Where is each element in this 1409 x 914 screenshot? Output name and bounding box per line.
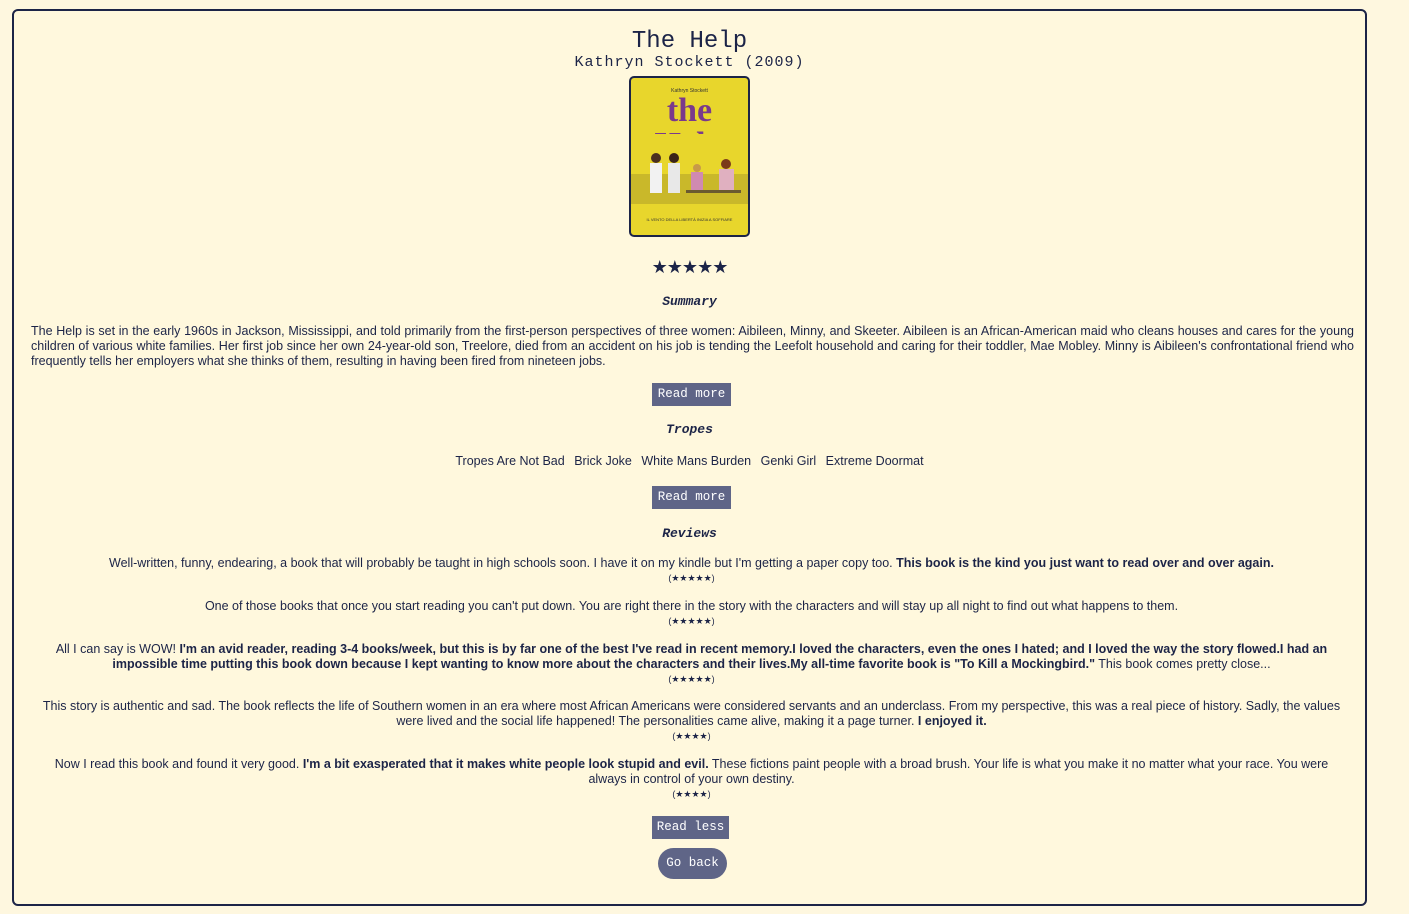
tropes-read-more-button[interactable]: Read more [652,486,731,509]
review-item: This story is authentic and sad. The boo… [39,699,1344,744]
go-back-button[interactable]: Go back [658,848,727,879]
tropes-list: Tropes Are Not Bad Brick Joke White Mans… [14,454,1365,468]
review-stars: (★★★★) [672,731,711,741]
trope-item[interactable]: Genki Girl [761,454,817,468]
summary-heading: Summary [662,294,717,309]
star-rating: ★★★★★ [651,257,729,277]
review-item: Now I read this book and found it very g… [39,757,1344,802]
trope-item[interactable]: Brick Joke [574,454,632,468]
cover-illustration [631,134,748,224]
book-cover-image: Kathryn Stockett the Help IL VENTO DELLA… [629,76,750,237]
review-stars: (★★★★★) [668,573,715,583]
book-author-year: Kathryn Stockett (2009) [574,54,805,71]
book-title: The Help [631,28,748,55]
review-stars: (★★★★★) [668,616,715,626]
review-item: Well-written, funny, endearing, a book t… [39,556,1344,586]
book-detail-card: The Help Kathryn Stockett (2009) Kathryn… [12,9,1367,906]
review-item: All I can say is WOW! I'm an avid reader… [39,642,1344,687]
tropes-heading: Tropes [666,422,713,437]
trope-item[interactable]: Tropes Are Not Bad [455,454,564,468]
review-stars: (★★★★) [672,789,711,799]
cover-tagline: IL VENTO DELLA LIBERTÀ INIZIA A SOFFIARE [646,217,733,222]
review-stars: (★★★★★) [668,674,715,684]
summary-read-more-button[interactable]: Read more [652,383,731,406]
trope-item[interactable]: Extreme Doormat [826,454,924,468]
trope-item[interactable]: White Mans Burden [641,454,751,468]
reviews-heading: Reviews [662,526,717,541]
review-item: One of those books that once you start r… [39,599,1344,629]
reviews-read-less-button[interactable]: Read less [652,816,729,839]
summary-text: The Help is set in the early 1960s in Ja… [31,324,1354,368]
